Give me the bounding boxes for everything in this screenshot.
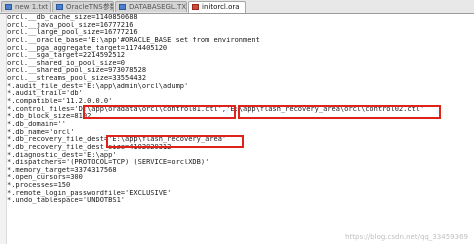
code-line: *.db_domain='' (7, 120, 67, 128)
tab-initorcl[interactable]: initorcl.ora (188, 1, 246, 13)
code-line: orcl.__shared_pool_size=973078528 (7, 67, 147, 75)
code-line: orcl.__java_pool_size=16777216 (7, 21, 134, 29)
file-icon (5, 4, 12, 10)
code-line: orcl.__shared_io_pool_size=0 (7, 59, 126, 67)
code-line: *.diagnostic_dest='E:\app' (7, 151, 117, 159)
code-line: orcl.__streams_pool_size=33554432 (7, 75, 147, 83)
code-line: orcl.__large_pool_size=16777216 (7, 29, 138, 37)
file-icon (56, 4, 63, 10)
code-line: *.remote_login_passwordfile='EXCLUSIVE' (7, 189, 172, 197)
highlight-control-file-2 (238, 105, 441, 119)
watermark: https://blog.csdn.net/qq_33459369 (345, 233, 468, 241)
code-line: *.audit_file_dest='E:\app\admin\orcl\adu… (7, 82, 189, 90)
tab-label: initorcl.ora (202, 3, 240, 11)
file-icon (192, 4, 199, 10)
tab-oracle-tns[interactable]: OracleTNS参数.txt (52, 1, 114, 12)
file-icon (119, 4, 126, 10)
tab-label: DATABASEGL.TXT (129, 3, 187, 11)
code-line: *.memory_target=3374317568 (7, 166, 117, 174)
code-line: orcl.__sga_target=2214592512 (7, 52, 126, 60)
tab-label: OracleTNS参数.txt (66, 3, 113, 11)
code-line: orcl.__db_cache_size=1140850688 (7, 14, 138, 21)
highlight-recovery-dest (106, 135, 244, 148)
code-line: orcl.__pga_aggregate_target=1174405120 (7, 44, 168, 52)
editor-gutter (0, 14, 7, 244)
highlight-control-file-1 (83, 105, 236, 119)
tab-databasegl[interactable]: DATABASEGL.TXT (115, 1, 187, 12)
code-line: *.open_cursors=300 (7, 174, 83, 182)
tab-label: new 1.txt (15, 3, 49, 11)
code-line: *.dispatchers='(PROTOCOL=TCP) (SERVICE=o… (7, 159, 210, 167)
code-line: *.audit_trail='db' (7, 90, 83, 98)
code-line: *.processes=150 (7, 182, 71, 190)
code-line: orcl.__oracle_base='E:\app'#ORACLE_BASE … (7, 36, 260, 44)
code-line: *.undo_tablespace='UNDOTBS1' (7, 197, 126, 205)
tab-bar: new 1.txt OracleTNS参数.txt DATABASEGL.TXT… (0, 0, 474, 14)
tab-new1[interactable]: new 1.txt (1, 1, 51, 12)
